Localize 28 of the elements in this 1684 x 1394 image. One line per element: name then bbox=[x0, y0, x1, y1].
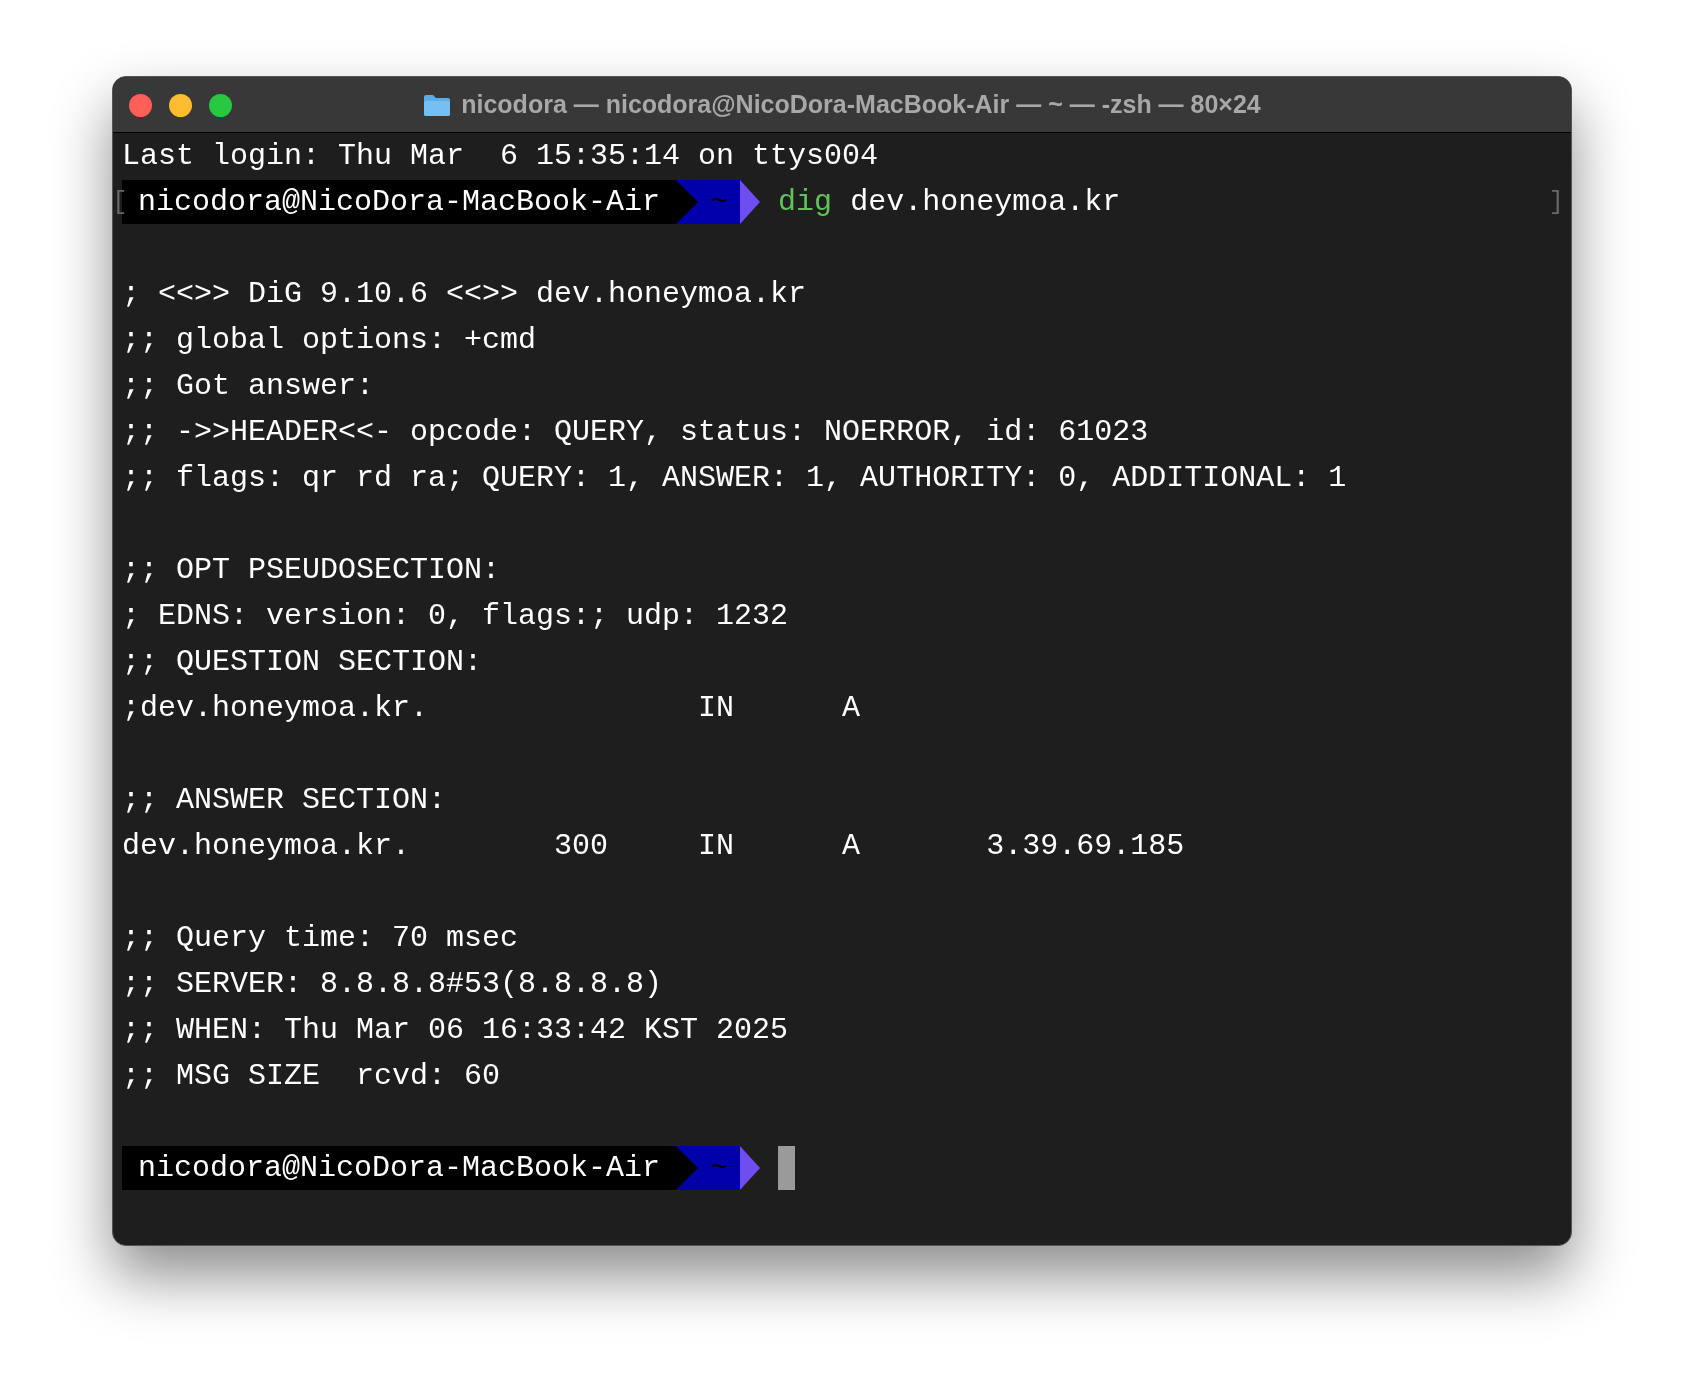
arrow-icon bbox=[740, 1146, 761, 1190]
output-line: ; <<>> DiG 9.10.6 <<>> dev.honeymoa.kr bbox=[122, 276, 807, 313]
output-line: ;; Query time: 70 msec bbox=[122, 920, 519, 957]
output-line: ;dev.honeymoa.kr. IN A bbox=[122, 690, 861, 727]
folder-icon bbox=[423, 92, 452, 117]
window-title: nicodora — nicodora@NicoDora-MacBook-Air — ~ — -zsh — 80×24 bbox=[461, 88, 1261, 120]
output-line: Last login: Thu Mar 6 15:35:14 on ttys004 bbox=[122, 138, 879, 175]
output-line: ;; ->>HEADER<<- opcode: QUERY, status: NOERROR, id: 61023 bbox=[122, 414, 1149, 451]
prompt-directory: ~ bbox=[700, 180, 741, 224]
output-line: ;; ANSWER SECTION: bbox=[122, 782, 447, 819]
output-line: dev.honeymoa.kr. 300 IN A 3.39.69.185 bbox=[122, 828, 1185, 865]
output-line: ;; flags: qr rd ra; QUERY: 1, ANSWER: 1, AUTHORITY: 0, ADDITIONAL: 1 bbox=[122, 460, 1347, 497]
zoom-button[interactable] bbox=[209, 94, 232, 117]
prompt-directory: ~ bbox=[700, 1146, 741, 1190]
output-line: ;; SERVER: 8.8.8.8#53(8.8.8.8) bbox=[122, 966, 663, 1003]
minimize-button[interactable] bbox=[169, 94, 192, 117]
output-line: ;; Got answer: bbox=[122, 368, 375, 405]
output-line: ;; QUESTION SECTION: bbox=[122, 644, 483, 681]
line-mark: ] bbox=[1548, 186, 1564, 219]
output-line: ;; WHEN: Thu Mar 06 16:33:42 KST 2025 bbox=[122, 1012, 789, 1049]
command-name: dig bbox=[778, 184, 833, 221]
close-button[interactable] bbox=[129, 94, 152, 117]
output-line: ;; global options: +cmd bbox=[122, 322, 537, 359]
output-line: ;; MSG SIZE rcvd: 60 bbox=[122, 1058, 501, 1095]
command-argument: dev.honeymoa.kr bbox=[850, 184, 1121, 221]
output-line: ;; OPT PSEUDOSECTION: bbox=[122, 552, 501, 589]
output-line: ; EDNS: version: 0, flags:; udp: 1232 bbox=[122, 598, 789, 635]
arrow-icon bbox=[740, 180, 761, 224]
